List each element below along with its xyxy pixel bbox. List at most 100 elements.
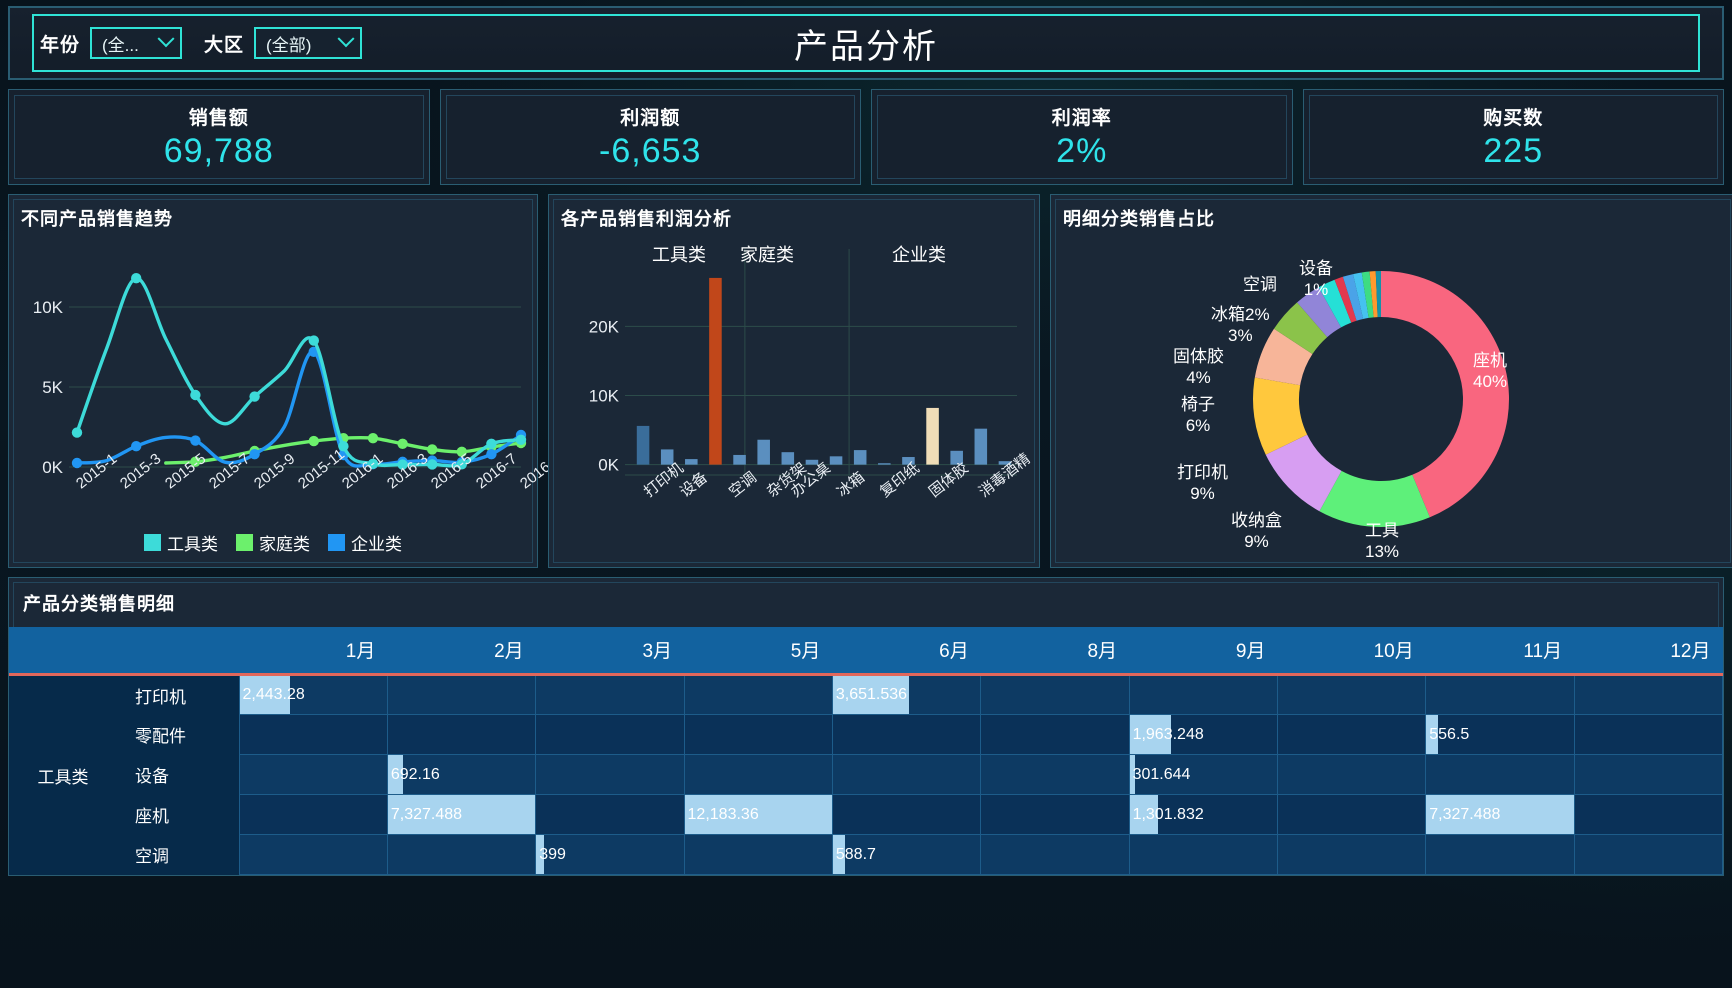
table-col-header[interactable]: 1月: [239, 627, 388, 676]
table-cell[interactable]: [535, 674, 685, 715]
table-cell[interactable]: 399: [535, 834, 685, 875]
table-cell[interactable]: [980, 674, 1130, 715]
pie-label-pct: 9%: [1244, 531, 1269, 551]
svg-text:5K: 5K: [42, 378, 63, 397]
table-cell[interactable]: [683, 714, 833, 755]
table-cell[interactable]: [831, 714, 982, 755]
table-cell[interactable]: 2,443.28: [238, 674, 388, 715]
table-col-header[interactable]: 11月: [1425, 627, 1575, 676]
legend-item-tool[interactable]: 工具类: [144, 530, 218, 555]
table-cell[interactable]: 692.16: [386, 754, 537, 795]
table-cell[interactable]: [386, 674, 537, 715]
charts-row: 不同产品销售趋势 0K 5K 10K 工具类 家庭类 企业类 2015-1 20…: [8, 194, 1732, 568]
cell-value-label: 7,327.488: [1429, 805, 1501, 823]
year-filter-value: (全...: [102, 35, 139, 55]
table-col-header[interactable]: 10月: [1277, 627, 1426, 676]
pie-label-name: 收纳盒: [1231, 511, 1282, 530]
kpi-card-orders: 购买数 225: [1302, 89, 1724, 185]
kpi-label: 利润额: [620, 108, 681, 129]
table-col-header[interactable]: 6月: [832, 627, 981, 676]
table-cell[interactable]: 12,183.36: [683, 794, 833, 835]
cell-value-label: 7,327.488: [390, 805, 463, 823]
year-filter-select[interactable]: (全...: [90, 27, 183, 59]
table-col-header[interactable]: 2月: [387, 627, 536, 676]
kpi-card-profit: 利润额 -6,653: [439, 89, 861, 185]
table-cell[interactable]: [386, 714, 537, 755]
table-col-header[interactable]: 8月: [980, 627, 1130, 676]
table-cell[interactable]: [1573, 794, 1724, 835]
legend-swatch: [328, 534, 345, 551]
kpi-value: -6,653: [599, 132, 702, 170]
panel-category-share: 明细分类销售占比 设备 1% 空调 冰箱2% 3% 固体胶 4% 椅子 6% 打…: [1050, 194, 1732, 568]
table-col-header[interactable]: 3月: [535, 627, 685, 676]
table-cell[interactable]: [1573, 754, 1724, 795]
kpi-value: 225: [1483, 132, 1544, 170]
table-cell[interactable]: 7,327.488: [386, 794, 537, 835]
cell-value-label: 1,963.248: [1132, 725, 1204, 743]
bar-group-label-home: 家庭类: [740, 245, 794, 265]
table-cell[interactable]: [683, 754, 833, 795]
svg-text:20K: 20K: [589, 317, 620, 336]
pie-label-shounahe: 收纳盒 9%: [1231, 511, 1282, 552]
table-cell[interactable]: [1276, 714, 1427, 755]
table-cell[interactable]: 1,963.248: [1128, 714, 1278, 755]
table-cell[interactable]: [1128, 674, 1278, 715]
table-cell[interactable]: [980, 754, 1130, 795]
legend-item-home[interactable]: 家庭类: [236, 530, 310, 555]
table-cell[interactable]: [1128, 834, 1278, 875]
table-cell[interactable]: 7,327.488: [1425, 794, 1575, 835]
region-filter-select[interactable]: (全部): [254, 27, 363, 59]
table-cell[interactable]: [1276, 794, 1427, 835]
table-col-header[interactable]: 5月: [684, 627, 833, 676]
table-cell[interactable]: [1276, 834, 1427, 875]
table-cell[interactable]: 588.7: [831, 834, 982, 875]
table-cell[interactable]: 1,301.832: [1128, 794, 1278, 835]
table-cell[interactable]: [980, 794, 1130, 835]
pie-label-gutijiao: 固体胶 4%: [1173, 347, 1224, 388]
table-cell[interactable]: 556.5: [1425, 714, 1575, 755]
kpi-label: 利润率: [1051, 108, 1112, 129]
region-filter-label: 大区: [204, 34, 245, 56]
line-chart-title: 不同产品销售趋势: [21, 209, 173, 229]
cell-value-label: 1,301.832: [1132, 805, 1204, 823]
table-cell[interactable]: [980, 714, 1130, 755]
table-cell[interactable]: [980, 834, 1130, 875]
panel-sales-trend: 不同产品销售趋势 0K 5K 10K 工具类 家庭类 企业类 2015-1 20…: [8, 194, 564, 568]
region-filter-value: (全部): [266, 35, 312, 55]
table-cell[interactable]: [1276, 674, 1427, 715]
table-cell[interactable]: [831, 794, 982, 835]
table-body: 工具类 打印机 2,443.28 3,651.536 零配件 1,963.248 556.5…: [9, 674, 1724, 875]
table-cell[interactable]: [386, 834, 537, 875]
legend-item-corp[interactable]: 企业类: [328, 530, 402, 555]
table-cell[interactable]: 3,651.536: [831, 674, 982, 715]
table-cell[interactable]: 301.644: [1128, 754, 1278, 795]
table-cell[interactable]: [535, 714, 685, 755]
table-cell[interactable]: [683, 674, 833, 715]
table-cell[interactable]: [683, 834, 833, 875]
table-cell[interactable]: [238, 714, 388, 755]
table-cell[interactable]: [1276, 754, 1427, 795]
pie-chart-plot: 设备 1% 空调 冰箱2% 3% 固体胶 4% 椅子 6% 打印机 9% 收纳盒…: [1063, 231, 1723, 561]
legend-label: 企业类: [351, 535, 402, 554]
table-cell[interactable]: [535, 794, 685, 835]
table-cell[interactable]: [1425, 754, 1575, 795]
table-cell[interactable]: [831, 754, 982, 795]
svg-text:0K: 0K: [598, 456, 619, 475]
table-subcategory-cell: 零配件: [117, 714, 239, 755]
table-cell[interactable]: [535, 754, 685, 795]
table-cell[interactable]: [1425, 834, 1575, 875]
table-cell[interactable]: [1573, 714, 1724, 755]
table-cell[interactable]: [1573, 834, 1724, 875]
table-col-header[interactable]: 9月: [1129, 627, 1278, 676]
table-row: 工具类 打印机 2,443.28 3,651.536: [9, 674, 1724, 875]
pie-label-pct: 6%: [1185, 415, 1211, 435]
table-cell[interactable]: [238, 834, 388, 875]
sales-detail-table: 1月 2月 3月 5月 6月 8月 9月 10月 11月 12月 工具类 打印机 2,443.28 3,…: [9, 627, 1724, 875]
table-cell[interactable]: [238, 754, 388, 795]
pie-label-kongtiao: 空调: [1243, 275, 1277, 296]
table-cell[interactable]: [238, 794, 388, 835]
table-cell[interactable]: [1573, 674, 1724, 715]
table-col-header[interactable]: 12月: [1574, 627, 1723, 676]
table-cell[interactable]: [1425, 674, 1575, 715]
kpi-label: 销售额: [188, 108, 249, 129]
